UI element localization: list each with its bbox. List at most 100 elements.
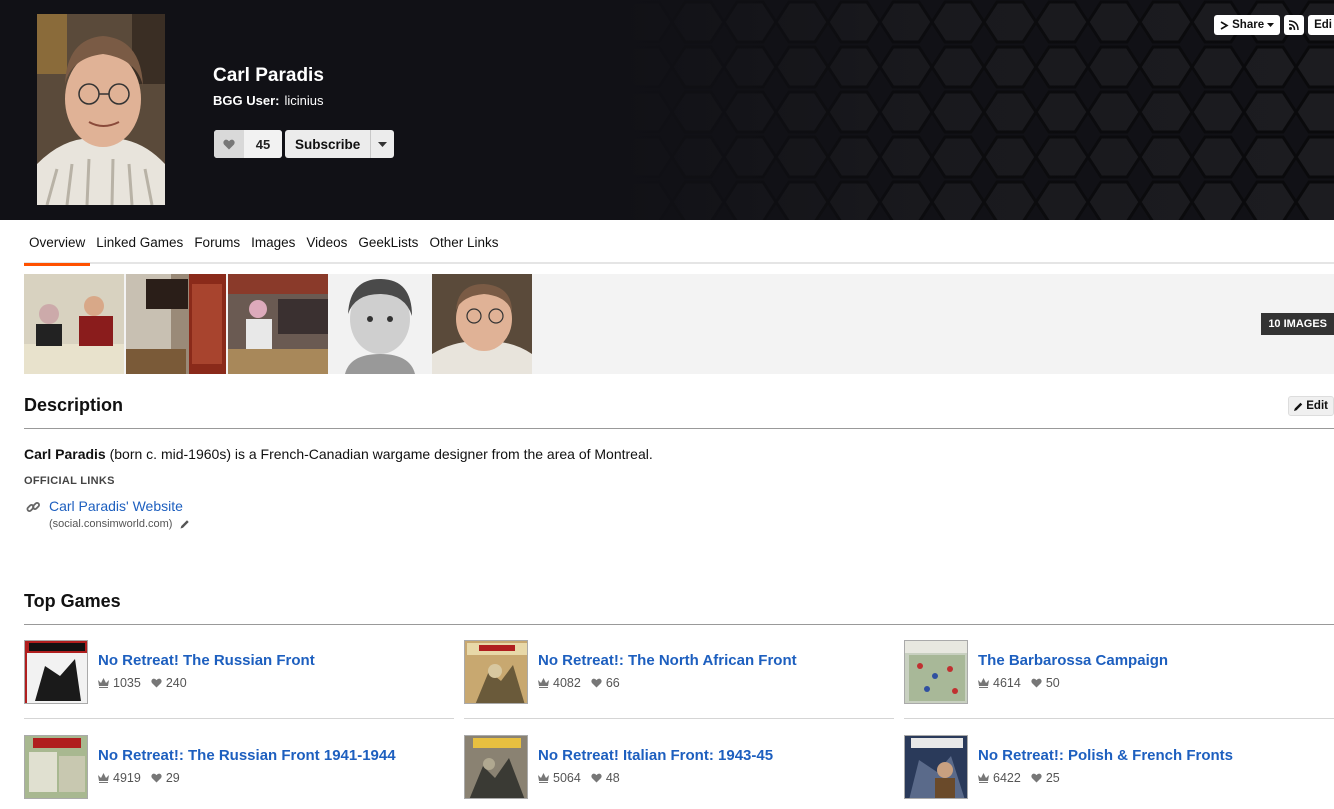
- heart-icon: [1031, 678, 1042, 688]
- game-stats: 1035 240: [98, 676, 187, 690]
- profile-tabs: Overview Linked Games Forums Images Vide…: [24, 220, 1334, 266]
- profile-photo[interactable]: [37, 14, 165, 205]
- game-rank: 4082: [553, 676, 581, 690]
- game-title-link[interactable]: No Retreat!: Polish & French Fronts: [978, 747, 1233, 764]
- gallery-thumbnail[interactable]: [432, 274, 532, 374]
- official-link-domain: (social.consimworld.com): [49, 518, 173, 530]
- bgg-user-label: BGG User:: [213, 93, 280, 108]
- pencil-icon: [1294, 402, 1303, 411]
- gallery-thumbnail[interactable]: [330, 274, 430, 374]
- gallery-thumbnail[interactable]: [126, 274, 226, 374]
- game-title-link[interactable]: The Barbarossa Campaign: [978, 652, 1168, 669]
- profile-header: Carl Paradis BGG User: licinius 45 Subscr…: [0, 0, 1334, 220]
- game-cover[interactable]: [904, 735, 968, 799]
- game-title-link[interactable]: No Retreat!: The North African Front: [538, 652, 797, 669]
- row-divider: [904, 718, 1334, 719]
- top-games-divider: [24, 624, 1334, 625]
- bgg-user-line: BGG User: licinius: [213, 93, 323, 108]
- game-rank: 6422: [993, 771, 1021, 785]
- game-card: No Retreat!: The North African Front 408…: [464, 640, 894, 704]
- crown-icon: [978, 678, 989, 688]
- link-icon: [26, 502, 40, 512]
- game-stats: 5064 48: [538, 771, 620, 785]
- tab-overview[interactable]: Overview: [24, 220, 91, 266]
- official-links-label: OFFICIAL LINKS: [24, 475, 115, 487]
- fan-count: 45: [244, 130, 282, 158]
- game-cover[interactable]: [24, 640, 88, 704]
- crown-icon: [98, 678, 109, 688]
- game-stats: 4919 29: [98, 771, 180, 785]
- tab-geeklists[interactable]: GeekLists: [353, 220, 423, 264]
- game-cover[interactable]: [904, 640, 968, 704]
- game-fans: 25: [1045, 771, 1060, 785]
- game-title-link[interactable]: No Retreat! Italian Front: 1943-45: [538, 747, 773, 764]
- game-fans: 29: [165, 771, 180, 785]
- official-link-row: Carl Paradis' Website: [26, 498, 183, 515]
- crown-icon: [538, 678, 549, 688]
- subscribe-button[interactable]: Subscribe: [285, 130, 395, 158]
- crown-icon: [978, 773, 989, 783]
- designer-name: Carl Paradis: [213, 65, 324, 86]
- game-cover[interactable]: [464, 640, 528, 704]
- game-rank: 5064: [553, 771, 581, 785]
- crown-icon: [538, 773, 549, 783]
- bgg-username[interactable]: licinius: [284, 93, 323, 108]
- game-stats: 6422 25: [978, 771, 1060, 785]
- game-card: No Retreat!: The Russian Front 1941-1944…: [24, 735, 454, 799]
- heart-icon: [151, 773, 162, 783]
- game-rank: 4919: [113, 771, 141, 785]
- tab-videos[interactable]: Videos: [301, 220, 352, 264]
- row-divider: [24, 718, 454, 719]
- tab-images[interactable]: Images: [246, 220, 300, 264]
- rss-icon: [1289, 20, 1299, 30]
- game-card: No Retreat!: Polish & French Fronts 6422…: [904, 735, 1334, 799]
- game-title-link[interactable]: No Retreat! The Russian Front: [98, 652, 315, 669]
- share-icon: [1220, 20, 1229, 30]
- official-website-link[interactable]: Carl Paradis' Website: [49, 498, 183, 514]
- heart-icon: [591, 773, 602, 783]
- share-button[interactable]: Share: [1214, 15, 1281, 35]
- tab-linked-games[interactable]: Linked Games: [91, 220, 188, 264]
- rss-button[interactable]: [1284, 15, 1305, 35]
- game-title-link[interactable]: No Retreat!: The Russian Front 1941-1944: [98, 747, 396, 764]
- top-right-actions: Share Edi: [1214, 15, 1334, 35]
- header-edit-button[interactable]: Edi: [1308, 15, 1334, 35]
- heart-icon: [1031, 773, 1042, 783]
- chevron-down-icon: [1267, 23, 1275, 27]
- game-rank: 1035: [113, 676, 141, 690]
- heart-icon[interactable]: [214, 130, 244, 158]
- game-cover[interactable]: [464, 735, 528, 799]
- game-rank: 4614: [993, 676, 1021, 690]
- description-edit-button[interactable]: Edit: [1288, 396, 1334, 416]
- heart-icon: [591, 678, 602, 688]
- game-stats: 4082 66: [538, 676, 620, 690]
- row-divider: [464, 718, 894, 719]
- game-card: No Retreat! The Russian Front 1035 240: [24, 640, 454, 704]
- official-link-domain-row: (social.consimworld.com): [49, 518, 190, 530]
- chevron-down-icon[interactable]: [370, 130, 394, 158]
- game-cover[interactable]: [24, 735, 88, 799]
- game-fans: 48: [605, 771, 620, 785]
- pencil-icon[interactable]: [180, 519, 190, 529]
- share-label: Share: [1232, 19, 1265, 31]
- tab-forums[interactable]: Forums: [189, 220, 245, 264]
- description-edit-label: Edit: [1306, 400, 1328, 412]
- top-games-heading: Top Games: [24, 591, 121, 611]
- game-card: No Retreat! Italian Front: 1943-45 5064 …: [464, 735, 894, 799]
- image-gallery: [24, 274, 1334, 374]
- fan-button[interactable]: 45: [214, 130, 282, 158]
- image-count-badge[interactable]: 10 IMAGES: [1261, 313, 1334, 335]
- tab-other-links[interactable]: Other Links: [424, 220, 503, 264]
- gallery-thumbnail[interactable]: [24, 274, 124, 374]
- heart-icon: [151, 678, 162, 688]
- header-action-buttons: 45 Subscribe: [214, 130, 395, 158]
- game-stats: 4614 50: [978, 676, 1060, 690]
- description-divider: [24, 428, 1334, 429]
- subscribe-label[interactable]: Subscribe: [285, 130, 370, 158]
- game-card: The Barbarossa Campaign 4614 50: [904, 640, 1334, 704]
- description-text: Carl Paradis (born c. mid-1960s) is a Fr…: [24, 446, 653, 462]
- description-body: (born c. mid-1960s) is a French-Canadian…: [105, 446, 653, 462]
- header-edit-label: Edi: [1314, 19, 1332, 31]
- gallery-thumbnail[interactable]: [228, 274, 328, 374]
- game-fans: 240: [165, 676, 187, 690]
